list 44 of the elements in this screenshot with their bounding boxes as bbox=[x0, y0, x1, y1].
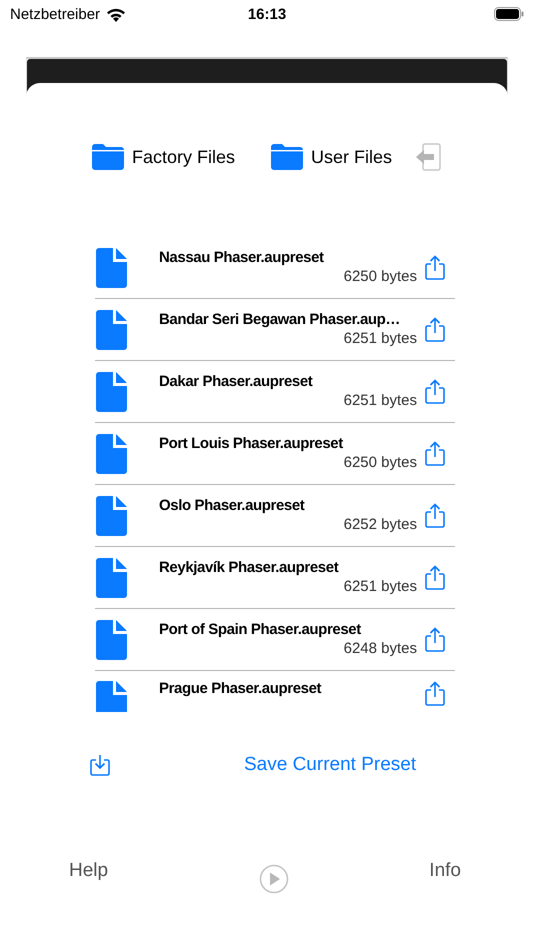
file-name[interactable]: Reykjavík Phaser.aupreset bbox=[159, 559, 338, 576]
document-icon bbox=[96, 248, 127, 288]
file-name[interactable]: Port of Spain Phaser.aupreset bbox=[159, 621, 361, 638]
help-button[interactable]: Help bbox=[69, 860, 108, 882]
share-icon[interactable] bbox=[425, 379, 445, 404]
share-icon[interactable] bbox=[425, 317, 445, 342]
document-icon bbox=[96, 372, 127, 412]
file-size: 6252 bytes bbox=[344, 516, 417, 533]
document-icon bbox=[96, 496, 127, 536]
file-size: 6250 bytes bbox=[344, 454, 417, 471]
folder-icon bbox=[92, 144, 124, 170]
folder-icon bbox=[271, 144, 303, 170]
share-icon[interactable] bbox=[425, 565, 445, 590]
file-name[interactable]: Nassau Phaser.aupreset bbox=[159, 249, 324, 266]
file-size: 6251 bytes bbox=[344, 330, 417, 347]
document-icon bbox=[96, 681, 127, 712]
document-icon bbox=[96, 558, 127, 598]
file-name[interactable]: Dakar Phaser.aupreset bbox=[159, 373, 312, 390]
carrier-name: Netzbetreiber bbox=[10, 6, 100, 22]
file-name[interactable]: Port Louis Phaser.aupreset bbox=[159, 435, 343, 452]
share-icon[interactable] bbox=[425, 627, 445, 652]
document-icon bbox=[96, 310, 127, 350]
folder-button[interactable]: Factory Files bbox=[92, 144, 235, 170]
file-name[interactable]: Prague Phaser.aupreset bbox=[159, 680, 322, 697]
file-size: 6250 bytes bbox=[344, 268, 417, 285]
folder-button[interactable]: User Files bbox=[271, 144, 392, 170]
share-icon[interactable] bbox=[425, 681, 445, 706]
exit-icon[interactable] bbox=[414, 143, 442, 171]
clock-time: 16:13 bbox=[248, 6, 286, 22]
file-size: 6251 bytes bbox=[344, 392, 417, 409]
battery-icon bbox=[494, 7, 524, 21]
share-icon[interactable] bbox=[425, 255, 445, 280]
download-icon[interactable] bbox=[90, 754, 110, 776]
save-preset-button[interactable]: Save Current Preset bbox=[244, 754, 416, 776]
share-icon[interactable] bbox=[425, 503, 445, 528]
wifi-icon bbox=[106, 6, 126, 22]
file-size: 6248 bytes bbox=[344, 640, 417, 657]
file-size: 6251 bytes bbox=[344, 578, 417, 595]
document-icon bbox=[96, 434, 127, 474]
file-name[interactable]: Oslo Phaser.aupreset bbox=[159, 497, 304, 514]
file-name[interactable]: Bandar Seri Begawan Phaser.aup… bbox=[159, 311, 400, 328]
document-icon bbox=[96, 620, 127, 660]
info-button[interactable]: Info bbox=[429, 860, 461, 882]
share-icon[interactable] bbox=[425, 441, 445, 466]
